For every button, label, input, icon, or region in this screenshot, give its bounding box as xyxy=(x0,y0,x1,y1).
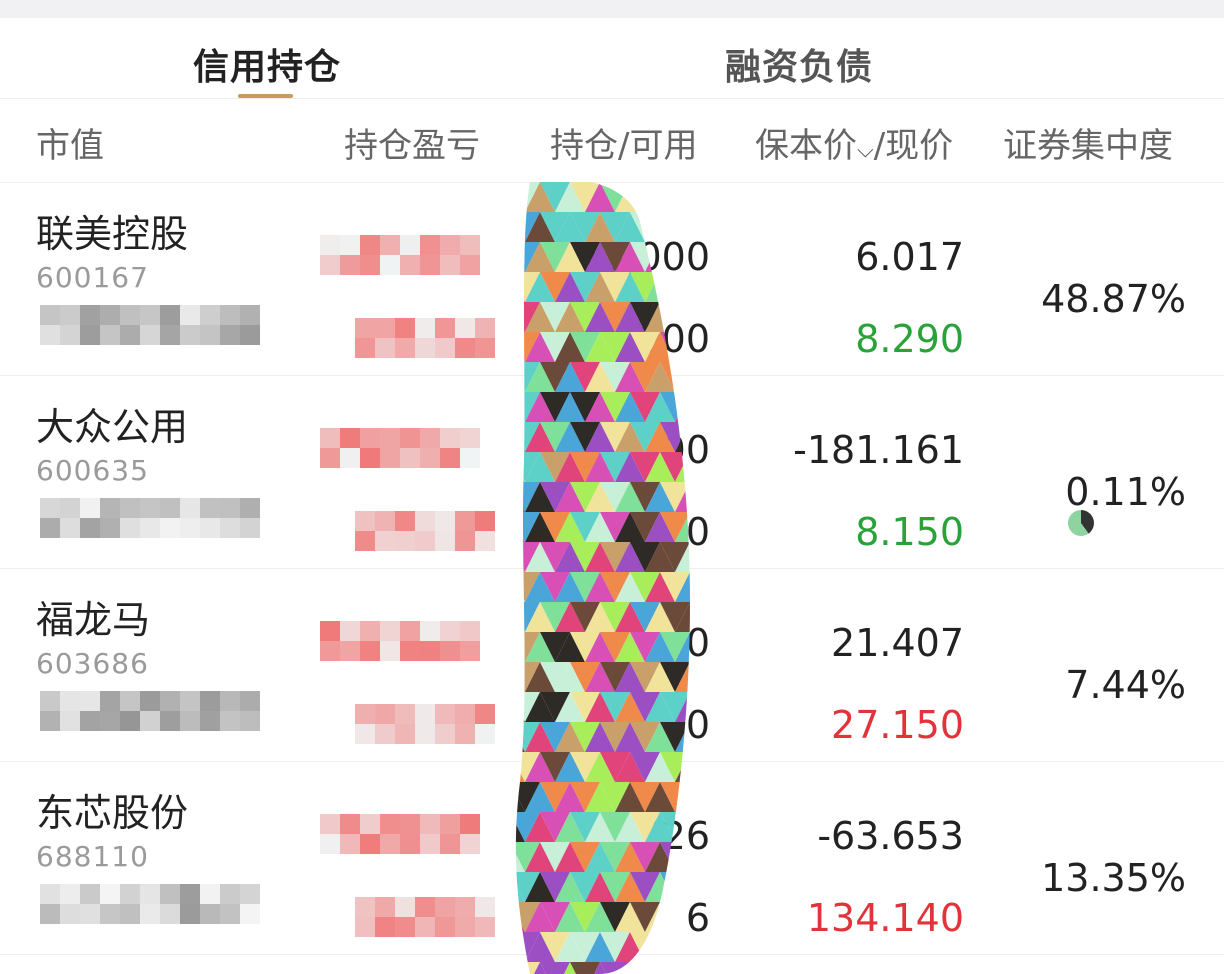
current-price: 8.150 xyxy=(855,510,964,554)
cost-price: -181.161 xyxy=(793,428,964,472)
cost-price: 21.407 xyxy=(831,621,964,665)
profit-loss-amount-redacted xyxy=(320,428,495,468)
tab-margin-debt[interactable]: 融资负债 xyxy=(725,38,873,90)
column-market-value[interactable]: 市值 xyxy=(36,118,104,167)
profit-loss-percent-redacted xyxy=(355,897,495,937)
profit-loss-percent-redacted xyxy=(355,511,495,551)
column-profit-loss[interactable]: 持仓盈亏 xyxy=(344,118,480,167)
stock-name: 东芯股份 xyxy=(36,791,189,835)
stock-name: 大众公用 xyxy=(36,405,189,449)
market-value-redacted xyxy=(40,884,260,924)
stock-name: 联美控股 xyxy=(36,212,189,256)
profit-loss-amount-redacted xyxy=(320,814,495,854)
stock-name: 福龙马 xyxy=(36,598,151,642)
stock-code: 600635 xyxy=(36,454,149,487)
concentration-value: 13.35% xyxy=(1041,856,1186,900)
current-price: 27.150 xyxy=(831,703,964,747)
market-value-redacted xyxy=(40,305,260,345)
stock-code: 688110 xyxy=(36,840,149,873)
cost-price: -63.653 xyxy=(817,814,964,858)
profit-loss-percent-redacted xyxy=(355,704,495,744)
column-header: 市值 持仓盈亏 持仓/可用 保本价⌵/现价 证券集中度 xyxy=(0,98,1224,183)
concentration-value: 0.11% xyxy=(1065,470,1186,514)
redaction-overlay xyxy=(515,182,690,974)
current-price: 8.290 xyxy=(855,317,964,361)
concentration-value: 48.87% xyxy=(1041,277,1186,321)
market-value-redacted xyxy=(40,691,260,731)
chevron-down-icon[interactable]: ⌵ xyxy=(857,138,874,163)
column-position-available[interactable]: 持仓/可用 xyxy=(550,118,697,167)
status-strip xyxy=(0,0,1224,18)
column-concentration[interactable]: 证券集中度 xyxy=(1003,118,1173,167)
concentration-value: 7.44% xyxy=(1065,663,1186,707)
column-cost-price[interactable]: 保本价⌵/现价 xyxy=(755,118,953,167)
current-price: 134.140 xyxy=(806,896,964,940)
profit-loss-percent-redacted xyxy=(355,318,495,358)
pie-indicator-icon xyxy=(1068,510,1094,536)
tab-credit-holdings[interactable]: 信用持仓 xyxy=(193,38,341,90)
market-value-redacted xyxy=(40,498,260,538)
profit-loss-amount-redacted xyxy=(320,621,495,661)
cost-price-label: 保本价 xyxy=(755,126,857,166)
profit-loss-amount-redacted xyxy=(320,235,495,275)
stock-code: 603686 xyxy=(36,647,149,680)
stock-code: 600167 xyxy=(36,261,149,294)
cost-price: 6.017 xyxy=(855,235,964,279)
current-price-label: /现价 xyxy=(873,126,954,166)
tab-bar: 信用持仓 融资负债 xyxy=(0,18,1224,99)
